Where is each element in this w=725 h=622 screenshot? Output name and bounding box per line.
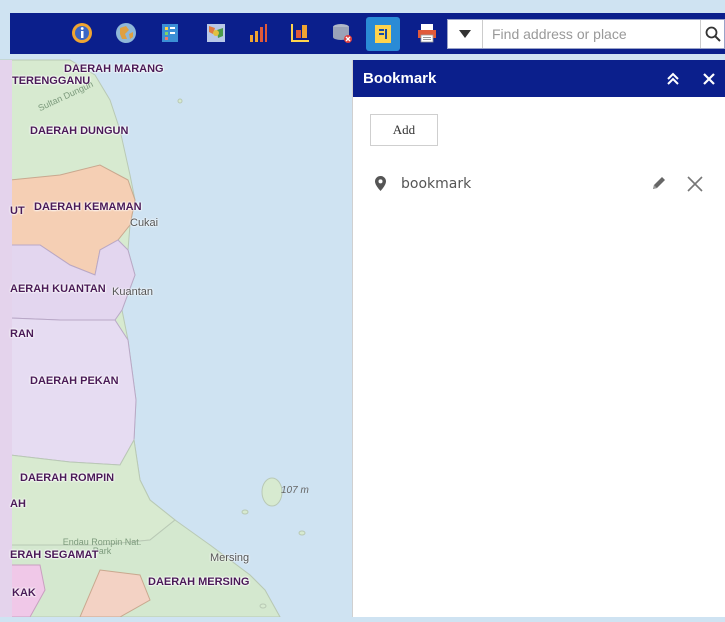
town-label: Cukai <box>130 217 159 229</box>
close-icon <box>703 73 715 85</box>
town-label: Kuantan <box>112 286 153 298</box>
district-label: DAERAH PEKAN <box>30 375 119 387</box>
search-box <box>447 19 725 49</box>
district-label: DAERAH MERSING <box>148 576 250 588</box>
district-label: UT <box>10 205 25 217</box>
district-label: DAERAH MARANG <box>64 63 164 75</box>
print-icon[interactable] <box>415 21 439 45</box>
district-label: KAK <box>12 587 36 599</box>
district-label: DAERAH KEMAMAN <box>34 201 142 213</box>
bookmark-icon[interactable] <box>366 17 400 51</box>
delete-bookmark-button[interactable] <box>684 173 706 195</box>
chart-icon[interactable] <box>246 21 270 45</box>
double-chevron-up-icon <box>667 72 679 85</box>
district-label: ERAH SEGAMAT <box>10 549 99 561</box>
add-bookmark-button[interactable]: Add <box>370 114 438 146</box>
edit-bookmark-button[interactable] <box>649 173 669 193</box>
collapse-panel-button[interactable] <box>663 69 683 89</box>
pencil-icon <box>653 177 665 189</box>
search-icon <box>705 26 721 42</box>
caret-down-icon <box>459 30 471 38</box>
bookmark-list-item[interactable]: bookmark <box>353 168 725 198</box>
top-toolbar <box>10 13 725 54</box>
basemap-gallery-icon[interactable] <box>288 21 312 45</box>
district-label: AERAH KUANTAN <box>10 283 106 295</box>
legend-icon[interactable] <box>158 21 182 45</box>
town-label: Mersing <box>210 552 250 564</box>
district-label: DAERAH ROMPIN <box>20 472 115 484</box>
bookmark-panel: Bookmark Add bookmark <box>352 60 725 617</box>
close-icon <box>687 176 703 192</box>
map-pin-icon <box>375 176 386 191</box>
district-label: AH <box>10 498 26 510</box>
bookmark-name: bookmark <box>401 176 472 192</box>
globe-icon[interactable] <box>114 21 138 45</box>
search-source-dropdown[interactable] <box>448 20 483 48</box>
info-icon[interactable] <box>70 21 94 45</box>
elevation-label: 107 m <box>281 485 309 496</box>
panel-header: Bookmark <box>353 60 725 97</box>
district-label: DAERAH DUNGUN <box>30 125 129 137</box>
close-panel-button[interactable] <box>699 69 719 89</box>
layer-list-icon[interactable] <box>204 21 228 45</box>
search-input[interactable] <box>484 20 698 48</box>
panel-title: Bookmark <box>363 70 437 87</box>
district-label: RAN <box>10 328 34 340</box>
query-icon[interactable] <box>330 21 354 45</box>
search-button[interactable] <box>700 20 725 48</box>
